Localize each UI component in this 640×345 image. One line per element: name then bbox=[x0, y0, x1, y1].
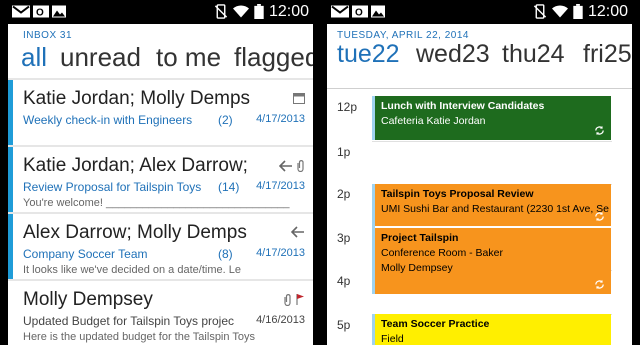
unread-indicator bbox=[8, 80, 13, 147]
attachment-icon bbox=[284, 294, 291, 306]
inbox-count-label: INBOX 31 bbox=[23, 30, 73, 41]
mail-date: 4/17/2013 bbox=[256, 180, 305, 192]
event-detail: Conference Room - Baker bbox=[381, 247, 503, 259]
sync-icon bbox=[595, 211, 604, 222]
calendar-icon bbox=[293, 93, 305, 104]
hour-label: 5p bbox=[337, 318, 351, 332]
flag-icon bbox=[296, 294, 304, 305]
hour-label: 3p bbox=[337, 231, 351, 245]
pivot-to-me[interactable]: to me bbox=[156, 42, 221, 73]
mail-subject: Updated Budget for Tailspin Toys projec bbox=[23, 314, 235, 328]
outlook-icon: O bbox=[352, 5, 368, 19]
hour-gridline bbox=[372, 141, 612, 142]
event-title: Project Tailspin bbox=[381, 232, 459, 244]
sync-icon bbox=[595, 279, 604, 290]
calendar-event[interactable]: Lunch with Interview Candidates Cafeteri… bbox=[375, 96, 611, 140]
wifi-icon bbox=[552, 5, 568, 18]
event-detail: UMI Sushi Bar and Restaurant (2230 1st A… bbox=[381, 203, 610, 215]
day-tab-fri25[interactable]: fri25 bbox=[583, 40, 632, 69]
status-bar: O 12:00 bbox=[327, 0, 632, 24]
event-detail: Cafeteria Katie Jordan bbox=[381, 115, 486, 127]
pivot-flagged[interactable]: flagged bbox=[234, 42, 313, 73]
mail-list-item[interactable]: Katie Jordan; Alex Darrow; Review Propos… bbox=[8, 147, 313, 214]
hour-label: 2p bbox=[337, 187, 351, 201]
thread-count: (2) bbox=[218, 113, 233, 127]
gmail-icon bbox=[331, 5, 349, 18]
mail-sender: Molly Dempsey bbox=[23, 289, 153, 310]
mail-date: 4/17/2013 bbox=[256, 247, 305, 259]
outlook-icon: O bbox=[33, 5, 49, 19]
mail-sender: Katie Jordan; Alex Darrow; bbox=[23, 155, 248, 176]
calendar-event[interactable]: Project Tailspin Conference Room - Baker… bbox=[375, 228, 611, 294]
image-icon bbox=[52, 5, 66, 18]
event-detail: Molly Dempsey bbox=[381, 262, 453, 274]
pivot-unread[interactable]: unread bbox=[60, 42, 141, 73]
mail-date: 4/16/2013 bbox=[256, 314, 305, 326]
mail-preview: Here is the updated budget for the Tails… bbox=[23, 331, 255, 343]
hour-label: 12p bbox=[337, 100, 358, 114]
reply-icon bbox=[279, 159, 292, 172]
calendar-event[interactable]: Team Soccer Practice Field bbox=[375, 314, 611, 345]
mail-date: 4/17/2013 bbox=[256, 113, 305, 125]
mail-list-item[interactable]: Molly Dempsey Updated Budget for Tailspi… bbox=[8, 281, 313, 345]
reply-icon bbox=[291, 226, 304, 238]
battery-icon bbox=[573, 4, 583, 19]
mail-list-item[interactable]: Katie Jordan; Molly Demps Weekly check-i… bbox=[8, 80, 313, 147]
hour-label: 1p bbox=[337, 145, 351, 159]
thread-count: (8) bbox=[218, 247, 233, 261]
svg-text:O: O bbox=[355, 8, 363, 19]
mail-subject: Weekly check-in with Engineers bbox=[23, 113, 193, 127]
event-detail: Field bbox=[381, 333, 404, 345]
mail-preview: You're welcome! ________________________… bbox=[23, 197, 290, 209]
sync-icon bbox=[595, 125, 604, 136]
calendar-event[interactable]: Tailspin Toys Proposal Review UMI Sushi … bbox=[375, 184, 611, 226]
mail-preview: It looks like we've decided on a date/ti… bbox=[23, 264, 241, 276]
day-tab-tue22[interactable]: tue22 bbox=[337, 40, 400, 69]
pivot-all[interactable]: all bbox=[21, 42, 47, 73]
day-tab-wed23[interactable]: wed23 bbox=[416, 40, 490, 69]
event-title: Lunch with Interview Candidates bbox=[381, 100, 545, 112]
calendar-screen: O 12:00 TUESDAY, APRIL 22, 2014 tue22 we… bbox=[327, 0, 632, 345]
event-title: Tailspin Toys Proposal Review bbox=[381, 188, 534, 200]
wifi-icon bbox=[233, 5, 249, 18]
mail-screen: O 12:00 INBOX 31 all unread to me flagge… bbox=[8, 0, 313, 345]
mail-list-item[interactable]: Alex Darrow; Molly Demps Company Soccer … bbox=[8, 214, 313, 281]
svg-text:O: O bbox=[36, 8, 44, 19]
battery-icon bbox=[254, 4, 264, 19]
event-title: Team Soccer Practice bbox=[381, 318, 490, 330]
mute-icon bbox=[214, 4, 228, 19]
image-icon bbox=[371, 5, 385, 18]
clock: 12:00 bbox=[587, 3, 628, 20]
gmail-icon bbox=[12, 5, 30, 18]
mail-sender: Alex Darrow; Molly Demps bbox=[23, 222, 247, 243]
unread-indicator bbox=[8, 214, 13, 281]
divider bbox=[327, 88, 632, 89]
clock: 12:00 bbox=[268, 3, 309, 20]
hour-label: 4p bbox=[337, 274, 351, 288]
day-tab-thu24[interactable]: thu24 bbox=[502, 40, 565, 69]
thread-count: (14) bbox=[218, 180, 240, 194]
attachment-icon bbox=[297, 160, 304, 172]
mail-subject: Company Soccer Team bbox=[23, 247, 148, 261]
status-bar: O 12:00 bbox=[8, 0, 313, 24]
mail-subject: Review Proposal for Tailspin Toys bbox=[23, 180, 202, 194]
mute-icon bbox=[533, 4, 547, 19]
mail-sender: Katie Jordan; Molly Demps bbox=[23, 88, 251, 109]
unread-indicator bbox=[8, 147, 13, 214]
